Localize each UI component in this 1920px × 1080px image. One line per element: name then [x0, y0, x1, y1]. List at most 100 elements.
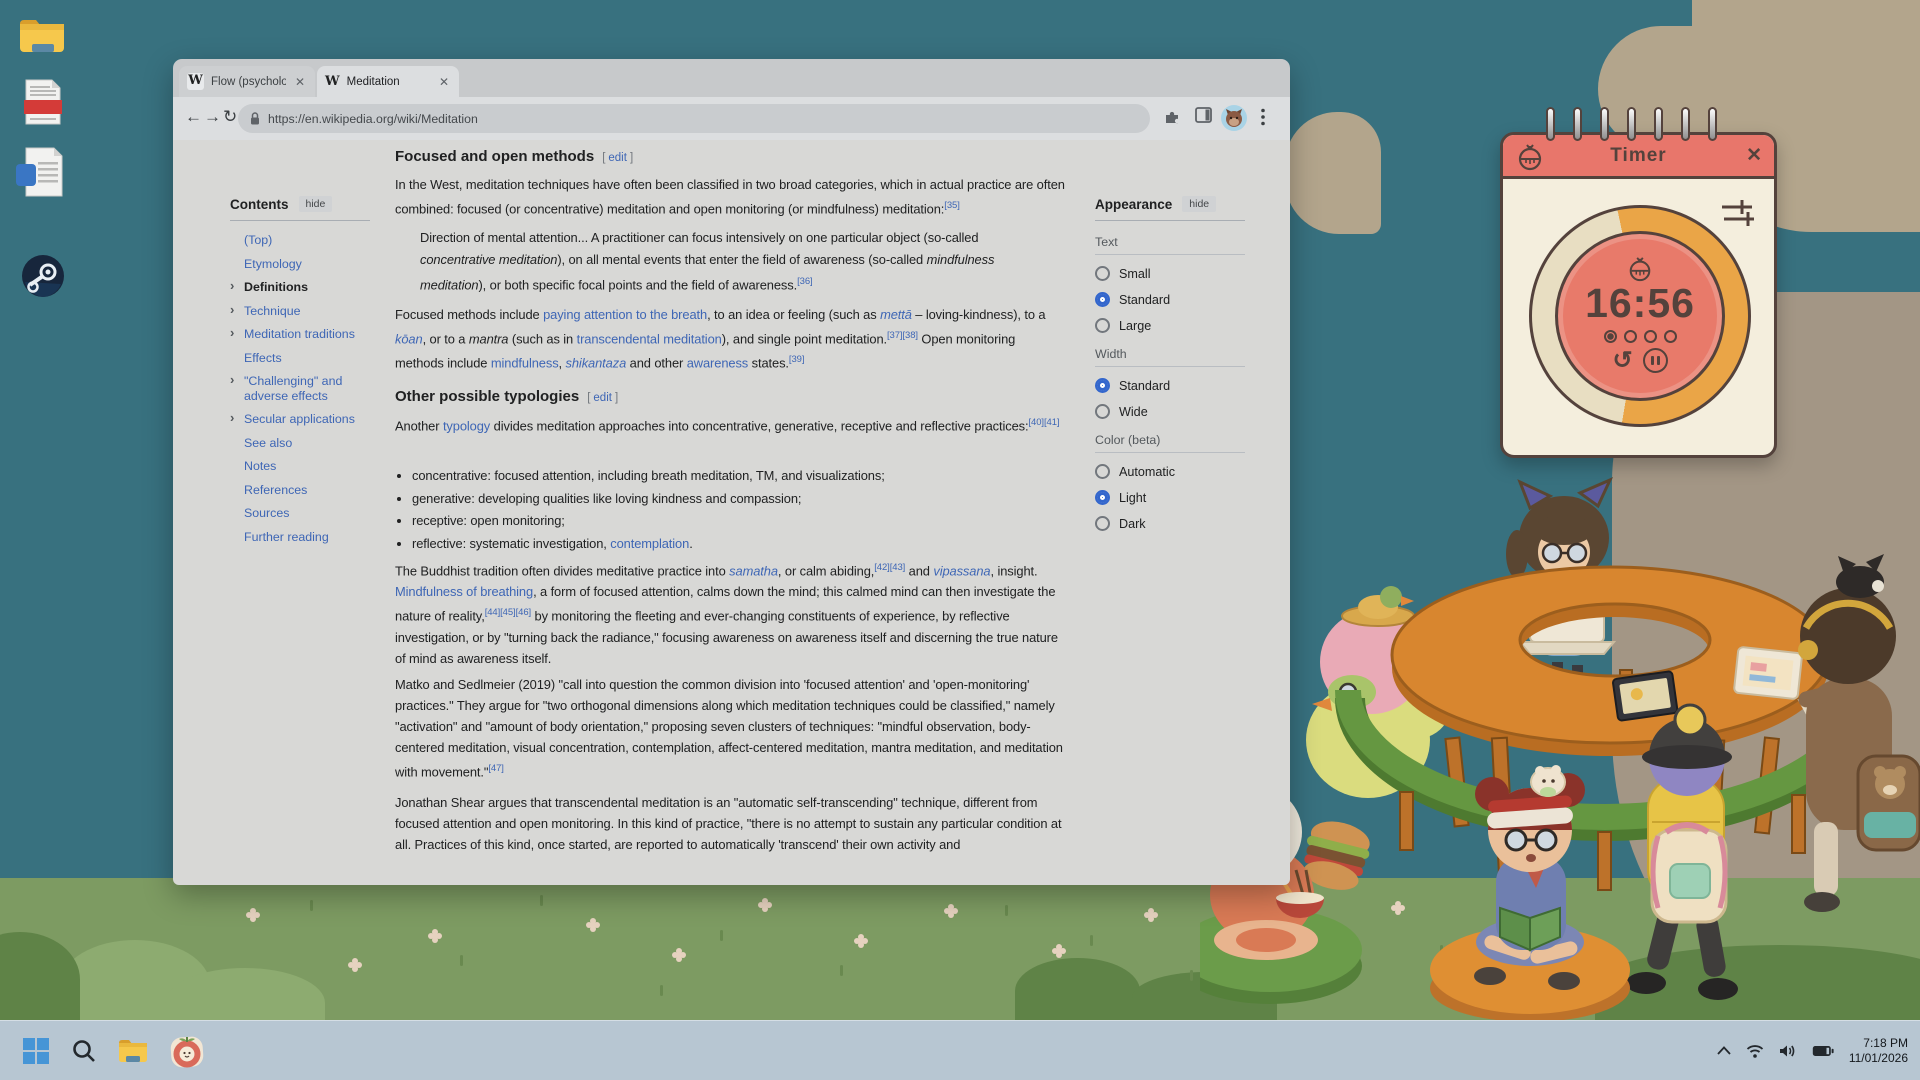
radio-selected-icon[interactable]: [1095, 490, 1110, 505]
reference-link[interactable]: [43]: [890, 562, 905, 573]
close-icon[interactable]: ✕: [1746, 144, 1762, 167]
radio-option-light[interactable]: Light: [1095, 490, 1245, 505]
reference-link[interactable]: [40]: [1029, 417, 1044, 428]
profile-avatar[interactable]: [1221, 105, 1247, 131]
radio-selected-icon[interactable]: [1095, 378, 1110, 393]
reference-link[interactable]: [38]: [902, 330, 917, 341]
toc-item-meditation-traditions[interactable]: › Meditation traditions: [230, 327, 370, 342]
edit-link[interactable]: edit: [593, 392, 612, 404]
toc-item-definitions[interactable]: › Definitions: [230, 280, 370, 295]
forward-button[interactable]: →: [204, 107, 221, 127]
wiki-link[interactable]: Mindfulness of breathing: [395, 584, 533, 599]
wiki-link[interactable]: paying attention to the breath: [543, 307, 707, 322]
wiki-link[interactable]: mindfulness: [491, 356, 559, 371]
search-icon[interactable]: [71, 1038, 97, 1064]
toc-link[interactable]: Effects: [244, 351, 282, 365]
wiki-link[interactable]: samatha: [729, 563, 778, 578]
toc-hide-button[interactable]: hide: [299, 196, 333, 212]
tray-clock[interactable]: 7:18 PM 11/01/2026: [1849, 1036, 1908, 1066]
chevron-expand-icon[interactable]: ›: [230, 326, 234, 341]
tab-flow-psychology[interactable]: W Flow (psychology) ✕: [179, 66, 315, 97]
toc-link[interactable]: Sources: [244, 506, 289, 520]
toc-link[interactable]: Notes: [244, 459, 276, 473]
toc-link[interactable]: Meditation traditions: [244, 327, 355, 341]
toc-item-etymology[interactable]: Etymology: [230, 257, 370, 272]
radio-option-standard[interactable]: Standard: [1095, 292, 1245, 307]
appearance-hide-button[interactable]: hide: [1182, 196, 1216, 212]
radio-option-wide[interactable]: Wide: [1095, 404, 1245, 419]
side-panel-icon[interactable]: [1195, 107, 1212, 123]
menu-dots-icon[interactable]: [1261, 108, 1265, 126]
pdf-document-icon[interactable]: [24, 78, 62, 131]
reference-link[interactable]: [46]: [516, 607, 531, 618]
wiki-link[interactable]: vipassana: [933, 563, 990, 578]
word-document-icon[interactable]: [16, 146, 64, 203]
toc-link[interactable]: Technique: [244, 304, 301, 318]
reference-link[interactable]: [36]: [797, 276, 812, 287]
toc-item-secular-applications[interactable]: › Secular applications: [230, 412, 370, 427]
close-tab-icon[interactable]: ✕: [293, 75, 307, 89]
toc-item-effects[interactable]: Effects: [230, 351, 370, 366]
timer-header[interactable]: Timer ✕: [1503, 135, 1774, 179]
radio-unselected-icon[interactable]: [1095, 266, 1110, 281]
radio-option-large[interactable]: Large: [1095, 318, 1245, 333]
toc-link[interactable]: (Top): [244, 233, 272, 247]
start-button-icon[interactable]: [22, 1037, 50, 1065]
toc-link[interactable]: Further reading: [244, 530, 329, 544]
reload-button[interactable]: ↻: [223, 107, 237, 127]
wiki-link[interactable]: typology: [443, 418, 490, 433]
chevron-expand-icon[interactable]: ›: [230, 373, 234, 388]
toc-link[interactable]: References: [244, 483, 307, 497]
toc-item-see-also[interactable]: See also: [230, 436, 370, 451]
reference-link[interactable]: [41]: [1044, 417, 1059, 428]
wiki-link[interactable]: shikantaza: [566, 356, 627, 371]
toc-link[interactable]: Etymology: [244, 257, 302, 271]
tab-meditation[interactable]: W Meditation ✕: [317, 66, 459, 97]
wiki-link[interactable]: mettā: [880, 307, 912, 322]
reference-link[interactable]: [42]: [874, 562, 889, 573]
toc-item-further-reading[interactable]: Further reading: [230, 530, 370, 545]
toc-item-technique[interactable]: ›Technique: [230, 304, 370, 319]
url-bar[interactable]: https://en.wikipedia.org/wiki/Meditation: [238, 104, 1150, 133]
reference-link[interactable]: [35]: [944, 200, 959, 211]
toc-link[interactable]: Definitions: [244, 280, 308, 294]
chevron-expand-icon[interactable]: ›: [230, 411, 234, 426]
toc-item-notes[interactable]: Notes: [230, 459, 370, 474]
radio-option-standard[interactable]: Standard: [1095, 378, 1245, 393]
wiki-link[interactable]: awareness: [687, 356, 748, 371]
toc-link[interactable]: Secular applications: [244, 412, 355, 426]
pause-button[interactable]: [1643, 348, 1668, 373]
toc-link[interactable]: "Challenging" and adverse effects: [244, 374, 342, 403]
chevron-expand-icon[interactable]: ›: [230, 279, 234, 294]
file-explorer-icon[interactable]: [118, 1038, 148, 1064]
reference-link[interactable]: [39]: [789, 354, 804, 365]
radio-selected-icon[interactable]: [1095, 292, 1110, 307]
back-button[interactable]: ←: [185, 107, 202, 127]
restart-icon[interactable]: ↺: [1612, 349, 1632, 373]
volume-icon[interactable]: [1779, 1044, 1797, 1058]
radio-unselected-icon[interactable]: [1095, 404, 1110, 419]
settings-sliders-icon[interactable]: [1720, 197, 1756, 229]
radio-option-small[interactable]: Small: [1095, 266, 1245, 281]
tray-chevron-up-icon[interactable]: [1717, 1046, 1731, 1055]
steam-icon[interactable]: [21, 254, 65, 303]
extensions-icon[interactable]: [1163, 107, 1181, 125]
reference-link[interactable]: [44]: [485, 607, 500, 618]
tomato-timer-app-icon[interactable]: [169, 1033, 205, 1069]
toc-item-challenging-and-adverse-effects[interactable]: › "Challenging" and adverse effects: [230, 374, 370, 403]
battery-icon[interactable]: [1812, 1045, 1834, 1057]
folder-icon[interactable]: [18, 16, 66, 61]
reference-link[interactable]: [37]: [887, 330, 902, 341]
close-tab-icon[interactable]: ✕: [437, 75, 451, 89]
wiki-link[interactable]: transcendental meditation: [577, 331, 722, 346]
toc-item-references[interactable]: References: [230, 483, 370, 498]
reference-link[interactable]: [47]: [488, 763, 503, 774]
wifi-icon[interactable]: [1746, 1044, 1764, 1058]
radio-option-dark[interactable]: Dark: [1095, 516, 1245, 531]
radio-option-automatic[interactable]: Automatic: [1095, 464, 1245, 479]
wiki-link[interactable]: contemplation: [610, 536, 689, 551]
toc-item-sources[interactable]: Sources: [230, 506, 370, 521]
toc-item-top[interactable]: (Top): [230, 233, 370, 248]
radio-unselected-icon[interactable]: [1095, 464, 1110, 479]
wiki-link[interactable]: kōan: [395, 331, 423, 346]
